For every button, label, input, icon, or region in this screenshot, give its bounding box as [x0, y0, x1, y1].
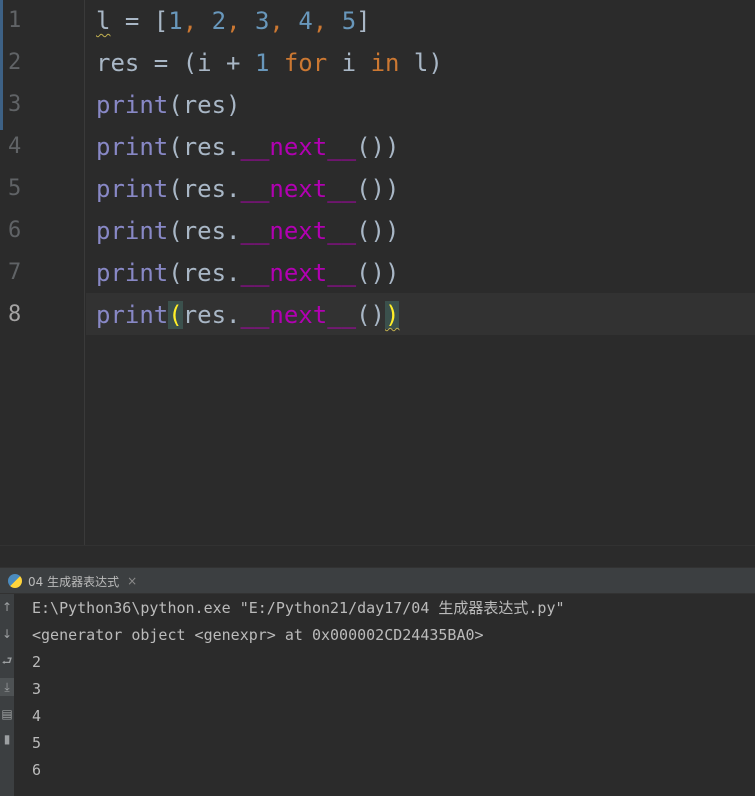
console-output-line: 5	[32, 734, 42, 752]
code-line[interactable]: print(res.__next__())	[96, 210, 399, 252]
editor-bottom-edge	[0, 545, 755, 568]
console-output-line: 2	[32, 653, 42, 671]
code-editor[interactable]: 12345678 l = [1, 2, 3, 4, 5] res = (i + 1…	[0, 0, 755, 545]
code-token: print	[96, 133, 169, 161]
code-token: res = (i +	[96, 49, 255, 77]
run-console[interactable]: ↑ ↓ ⮐ ⤓ ▤ ▮ E:\Python36\python.exe "E:/P…	[0, 594, 755, 796]
code-token: __next__	[240, 175, 357, 203]
arrow-up-icon[interactable]: ↑	[0, 598, 14, 616]
code-token: 1	[254, 49, 270, 77]
code-token: 5	[341, 7, 357, 35]
console-output-line: 6	[32, 761, 42, 779]
code-token: print	[96, 175, 169, 203]
run-tab-label: 04 生成器表达式	[28, 574, 120, 589]
code-token: 2	[211, 7, 227, 35]
code-token: 1	[168, 7, 183, 35]
code-token: print	[96, 91, 169, 119]
code-line[interactable]: l = [1, 2, 3, 4, 5]	[96, 0, 371, 42]
code-token: ]	[356, 7, 371, 35]
change-marker	[0, 0, 3, 130]
code-token: __next__	[240, 217, 357, 245]
code-token: __next__	[240, 259, 357, 287]
console-output-line: 4	[32, 707, 42, 725]
print-icon[interactable]: ▤	[0, 705, 14, 723]
line-number: 6	[8, 218, 22, 243]
code-token: print	[96, 301, 169, 329]
code-token: 3	[254, 7, 270, 35]
code-line[interactable]: print(res.__next__())	[96, 252, 399, 294]
code-token: )	[385, 301, 400, 329]
code-line[interactable]: res = (i + 1 for i in l)	[96, 42, 443, 84]
code-token: in	[370, 49, 400, 77]
code-token: ())	[356, 259, 400, 287]
code-token: ())	[356, 133, 400, 161]
code-token: __next__	[240, 301, 357, 329]
code-token: (res.	[168, 133, 241, 161]
code-token: (res.	[168, 217, 241, 245]
code-token: l	[96, 7, 111, 35]
code-token: = [	[110, 7, 169, 35]
line-number: 7	[8, 260, 22, 285]
code-token: ,	[182, 7, 212, 35]
line-number: 3	[8, 92, 22, 117]
code-line[interactable]: print(res.__next__())	[96, 168, 399, 210]
console-output-line: <generator object <genexpr> at 0x000002C…	[32, 626, 484, 644]
line-number: 4	[8, 134, 22, 159]
python-icon	[8, 574, 22, 588]
code-token: ())	[356, 217, 400, 245]
code-token: ())	[356, 175, 400, 203]
code-token: ,	[226, 7, 255, 35]
console-output-line: 3	[32, 680, 42, 698]
close-icon[interactable]: ×	[127, 574, 137, 588]
line-number: 5	[8, 176, 22, 201]
code-token: ()	[356, 301, 385, 329]
trash-icon[interactable]: ▮	[0, 730, 14, 748]
code-token: ,	[312, 7, 342, 35]
code-line[interactable]: print(res.__next__())	[96, 126, 399, 168]
console-toolbar: ↑ ↓ ⮐ ⤓ ▤ ▮	[0, 594, 14, 796]
code-token: (res)	[168, 91, 241, 119]
line-number: 8	[8, 302, 22, 327]
code-token: print	[96, 217, 169, 245]
run-tab[interactable]: 04 生成器表达式 ×	[8, 571, 137, 591]
scroll-to-end-icon[interactable]: ⤓	[0, 678, 14, 696]
code-token: (	[168, 301, 183, 329]
code-line[interactable]: print(res.__next__())	[96, 294, 400, 336]
code-token: __next__	[240, 133, 357, 161]
code-token: i	[327, 49, 371, 77]
code-token: print	[96, 259, 169, 287]
code-token: for	[283, 49, 328, 77]
code-line[interactable]: print(res)	[96, 84, 241, 126]
code-token: res.	[182, 301, 241, 329]
soft-wrap-icon[interactable]: ⮐	[0, 652, 14, 670]
code-token: l)	[399, 49, 443, 77]
console-command-line: E:\Python36\python.exe "E:/Python21/day1…	[32, 599, 565, 617]
arrow-down-icon[interactable]: ↓	[0, 625, 14, 643]
code-token: 4	[298, 7, 313, 35]
line-number: 1	[8, 8, 22, 33]
code-token: (res.	[168, 175, 241, 203]
line-number: 2	[8, 50, 22, 75]
code-token: (res.	[168, 259, 241, 287]
code-token: ,	[269, 7, 299, 35]
run-tool-window-tabs: 04 生成器表达式 ×	[0, 567, 755, 594]
